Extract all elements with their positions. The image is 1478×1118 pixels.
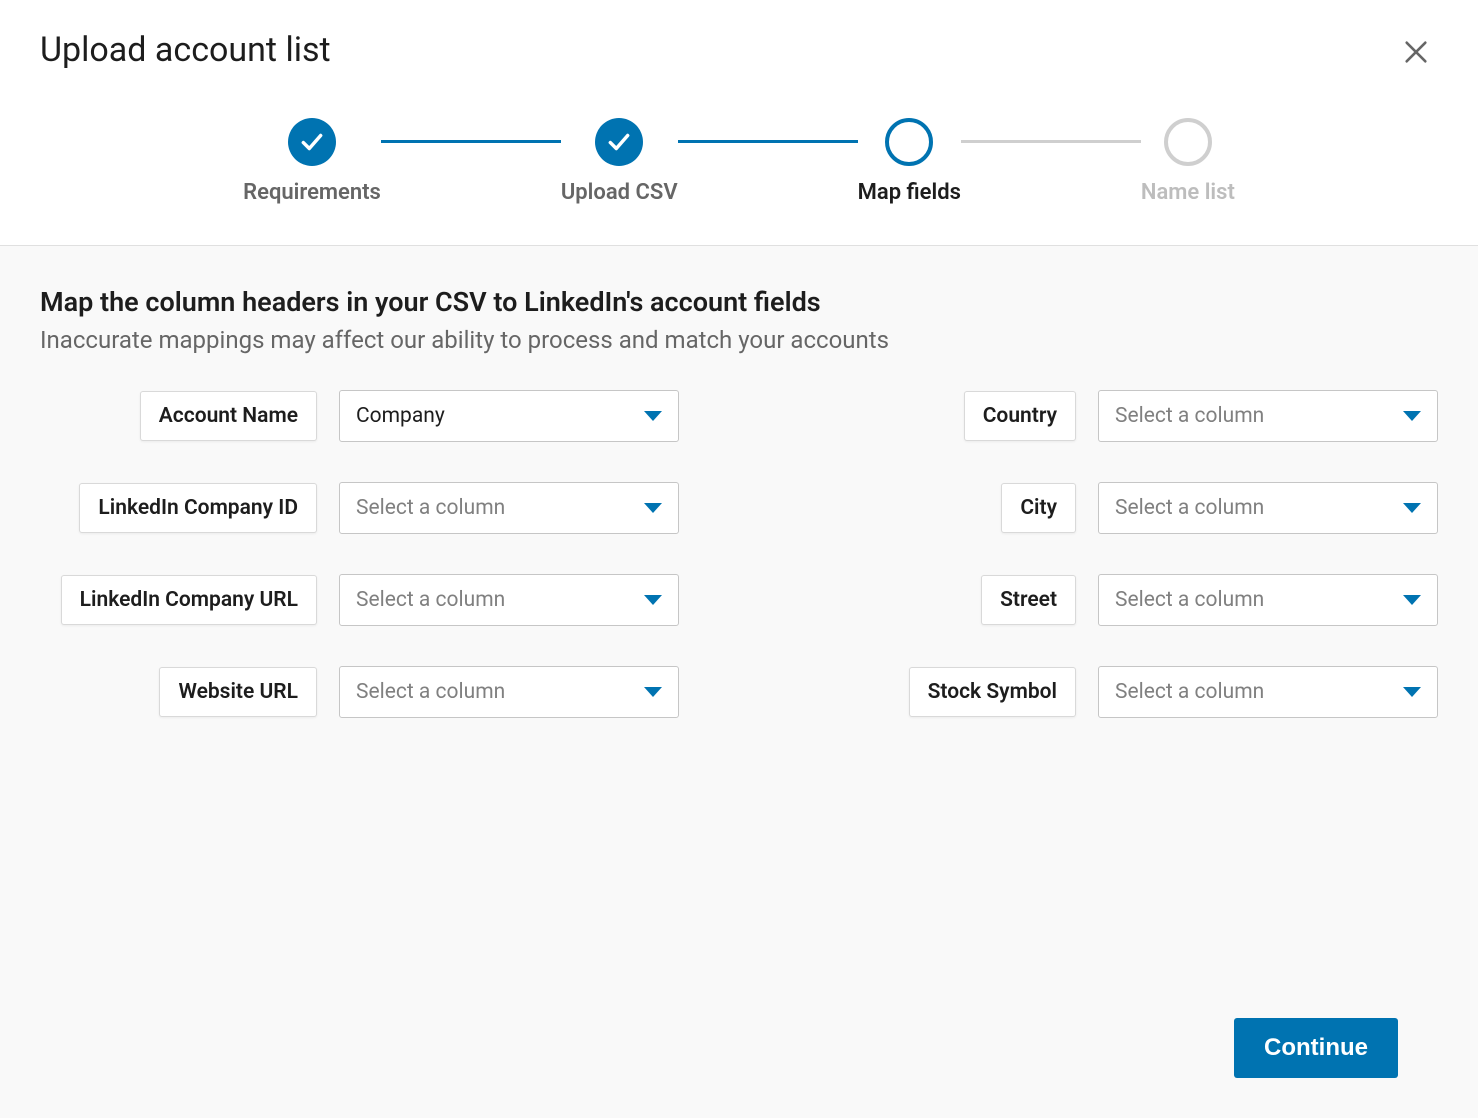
select-website-url[interactable]: Select a column [339,666,679,718]
step-circle-done [288,118,336,166]
field-label: Account Name [140,391,317,441]
check-icon [606,129,632,155]
select-placeholder: Select a column [1115,496,1264,520]
modal-title: Upload account list [40,30,331,70]
step-label: Name list [1141,180,1235,205]
field-label: Website URL [159,667,317,717]
upload-account-list-modal: Upload account list Requirements Upload … [0,0,1478,1118]
step-name-list[interactable]: Name list [1141,118,1235,205]
step-circle-pending [1164,118,1212,166]
select-country[interactable]: Select a column [1098,390,1438,442]
step-connector [381,140,561,143]
chevron-down-icon [644,595,662,605]
step-requirements[interactable]: Requirements [243,118,381,205]
field-mapping-grid: Account Name Company Country Select a co… [40,390,1438,718]
wizard-stepper: Requirements Upload CSV Map fields Name … [0,98,1478,246]
select-placeholder: Select a column [1115,588,1264,612]
select-linkedin-company-url[interactable]: Select a column [339,574,679,626]
map-row-website-url: Website URL Select a column [40,666,679,718]
modal-header: Upload account list [0,0,1478,98]
chevron-down-icon [1403,503,1421,513]
chevron-down-icon [644,411,662,421]
field-label: LinkedIn Company ID [79,483,317,533]
chevron-down-icon [1403,687,1421,697]
select-placeholder: Select a column [356,496,505,520]
step-label: Map fields [858,180,961,205]
select-value: Company [356,404,445,428]
step-map-fields[interactable]: Map fields [858,118,961,205]
chevron-down-icon [644,687,662,697]
map-row-linkedin-company-url: LinkedIn Company URL Select a column [40,574,679,626]
select-placeholder: Select a column [1115,404,1264,428]
map-row-country: Country Select a column [799,390,1438,442]
map-row-city: City Select a column [799,482,1438,534]
step-upload-csv[interactable]: Upload CSV [561,118,678,205]
step-connector [961,140,1141,143]
step-connector [678,140,858,143]
select-placeholder: Select a column [1115,680,1264,704]
field-label: City [1001,483,1076,533]
section-subtitle: Inaccurate mappings may affect our abili… [40,326,1438,354]
modal-footer: Continue [40,988,1438,1118]
select-street[interactable]: Select a column [1098,574,1438,626]
field-label: Street [981,575,1076,625]
continue-button[interactable]: Continue [1234,1018,1398,1078]
check-icon [299,129,325,155]
section-title: Map the column headers in your CSV to Li… [40,286,1438,318]
chevron-down-icon [1403,595,1421,605]
select-linkedin-company-id[interactable]: Select a column [339,482,679,534]
close-icon [1402,38,1430,66]
select-city[interactable]: Select a column [1098,482,1438,534]
map-row-stock-symbol: Stock Symbol Select a column [799,666,1438,718]
chevron-down-icon [1403,411,1421,421]
map-row-account-name: Account Name Company [40,390,679,442]
map-row-linkedin-company-id: LinkedIn Company ID Select a column [40,482,679,534]
close-button[interactable] [1394,30,1438,78]
select-account-name[interactable]: Company [339,390,679,442]
field-label: Stock Symbol [909,667,1076,717]
field-label: LinkedIn Company URL [61,575,317,625]
modal-body: Map the column headers in your CSV to Li… [0,246,1478,1118]
step-circle-current [885,118,933,166]
map-row-street: Street Select a column [799,574,1438,626]
step-label: Upload CSV [561,180,678,205]
step-circle-done [595,118,643,166]
field-label: Country [964,391,1076,441]
chevron-down-icon [644,503,662,513]
select-placeholder: Select a column [356,680,505,704]
step-label: Requirements [243,180,381,205]
select-placeholder: Select a column [356,588,505,612]
select-stock-symbol[interactable]: Select a column [1098,666,1438,718]
